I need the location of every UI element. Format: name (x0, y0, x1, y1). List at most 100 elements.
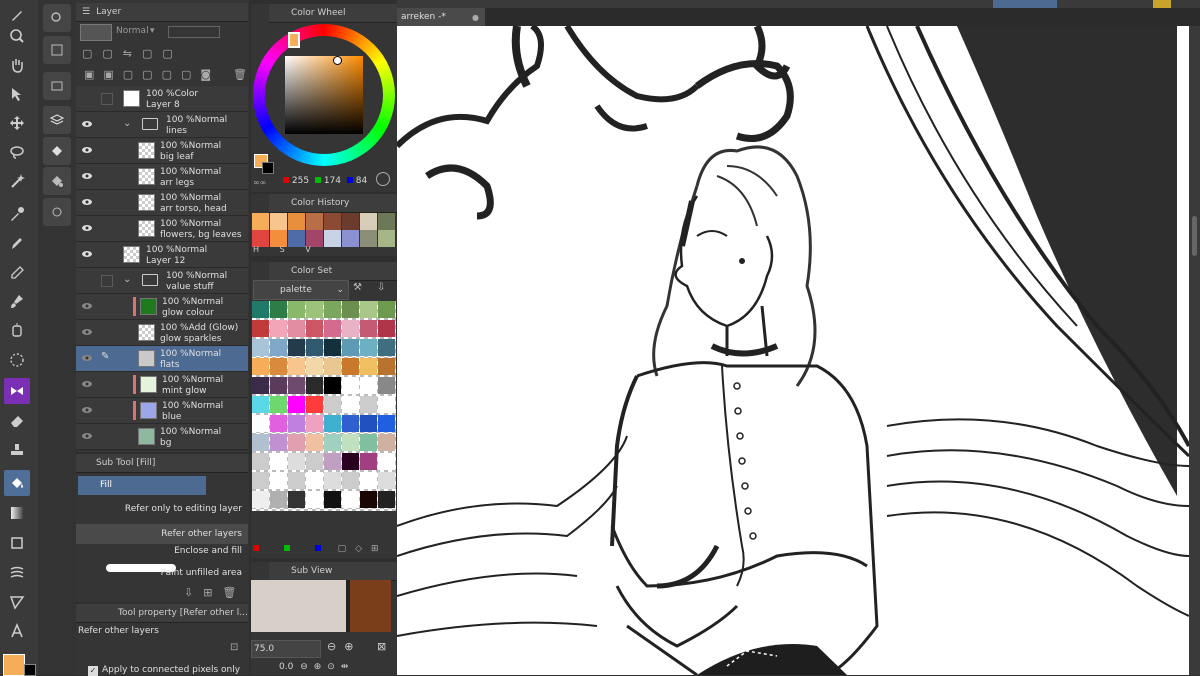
color-swatch[interactable] (360, 301, 377, 318)
color-swatch[interactable] (360, 415, 377, 432)
color-swatch[interactable] (342, 396, 359, 413)
color-swatch[interactable] (306, 358, 323, 375)
color-swatch[interactable] (288, 320, 305, 337)
color-swatch[interactable] (306, 396, 323, 413)
zoom-group-icon[interactable] (43, 4, 71, 32)
object-select-icon[interactable] (4, 81, 30, 107)
color-swatch[interactable] (306, 491, 323, 508)
sub-tool-item[interactable]: Enclose and fill (76, 546, 248, 566)
sub-tool-item[interactable]: Paint unfilled area (76, 568, 248, 588)
color-swatch[interactable] (288, 434, 305, 451)
stamp-icon[interactable] (4, 437, 30, 463)
canvas-scrollbar[interactable] (1189, 26, 1200, 675)
color-swatch[interactable] (306, 453, 323, 470)
color-swatch[interactable] (378, 320, 395, 337)
color-swatch[interactable] (324, 472, 341, 489)
eye-icon[interactable] (81, 197, 93, 207)
layer-row[interactable]: 100 %Normal arr torso, head (76, 190, 248, 216)
chevron-down-icon[interactable]: ⌄ (123, 274, 131, 285)
color-swatch[interactable] (378, 339, 395, 356)
main-color-swatch[interactable] (3, 654, 25, 676)
fit-view-icon[interactable]: ⊠ (377, 640, 386, 653)
color-swatch[interactable] (270, 434, 287, 451)
color-swatch[interactable] (324, 339, 341, 356)
color-swatch[interactable] (360, 320, 377, 337)
color-swatch[interactable] (324, 434, 341, 451)
color-history-swatches[interactable] (252, 213, 396, 247)
gradient-icon[interactable] (4, 500, 30, 526)
airbrush-icon[interactable] (4, 317, 30, 343)
spray-icon[interactable] (43, 198, 71, 226)
color-swatch[interactable] (378, 434, 395, 451)
layer-visibility-off[interactable] (101, 93, 113, 105)
layers-stack-icon[interactable] (43, 106, 71, 134)
layer-row[interactable]: 100 %Normal mint glow (76, 372, 248, 398)
color-swatch[interactable] (342, 472, 359, 489)
layer-visibility-off[interactable] (101, 275, 113, 287)
search-icon[interactable] (4, 23, 30, 49)
color-swatch[interactable] (360, 472, 377, 489)
layer-row[interactable]: 100 %Add (Glow) glow sparkles (76, 320, 248, 346)
color-swatch[interactable] (342, 415, 359, 432)
color-swatch[interactable] (270, 358, 287, 375)
pen-tool-icon[interactable] (4, 230, 30, 256)
color-swatch[interactable] (306, 434, 323, 451)
blend-mode-dropdown[interactable]: Normal (116, 26, 149, 36)
eye-icon[interactable] (81, 405, 93, 415)
color-swatch[interactable] (306, 472, 323, 489)
wrench-icon[interactable]: ⚒ (353, 282, 362, 293)
color-swatch[interactable] (306, 377, 323, 394)
color-swatch[interactable] (342, 434, 359, 451)
fill-group-icon[interactable] (43, 137, 71, 165)
color-swatch[interactable] (342, 358, 359, 375)
color-swatch[interactable] (324, 491, 341, 508)
color-swatch[interactable] (270, 339, 287, 356)
fill-icon[interactable] (4, 470, 30, 496)
eyedropper-icon[interactable] (4, 201, 30, 227)
color-swatch[interactable] (378, 377, 395, 394)
color-swatch[interactable] (252, 339, 269, 356)
chevron-down-icon[interactable]: ⌄ (123, 118, 131, 129)
color-swatch[interactable] (270, 491, 287, 508)
trash-icon[interactable]: 🗑 (233, 68, 247, 81)
color-swatch[interactable] (378, 415, 395, 432)
drawing-canvas[interactable] (397, 26, 1189, 675)
layer-lock-icons[interactable]: ▢▢⇋▢▢ (82, 47, 183, 60)
color-swatch[interactable] (252, 320, 269, 337)
color-swatch[interactable] (342, 320, 359, 337)
color-swatch[interactable] (324, 320, 341, 337)
opacity-slider[interactable] (168, 26, 220, 38)
color-swatch[interactable] (270, 415, 287, 432)
color-swatch[interactable] (270, 377, 287, 394)
color-swatch[interactable] (270, 301, 287, 318)
color-swatch[interactable] (270, 472, 287, 489)
color-swatch[interactable] (342, 453, 359, 470)
color-swatch[interactable] (324, 415, 341, 432)
color-swatch[interactable] (288, 301, 305, 318)
color-swatch[interactable] (342, 377, 359, 394)
eye-icon[interactable] (81, 327, 93, 337)
color-swatch[interactable] (288, 339, 305, 356)
text-icon[interactable] (4, 618, 30, 644)
brush-icon[interactable] (4, 288, 30, 314)
sub-tool-action-icons[interactable]: ⇩⊞🗑 (184, 586, 246, 599)
eye-icon[interactable] (81, 119, 93, 129)
shape-icon[interactable] (4, 530, 30, 556)
layer-row[interactable]: 100 %Normal arr legs (76, 164, 248, 190)
color-swatch[interactable] (324, 396, 341, 413)
color-swatch[interactable] (270, 320, 287, 337)
layer-row[interactable]: 100 %Normal Layer 12 (76, 242, 248, 268)
eye-icon[interactable] (81, 379, 93, 389)
eye-icon[interactable] (81, 249, 93, 259)
color-swatch[interactable] (360, 453, 377, 470)
color-swatch[interactable] (324, 453, 341, 470)
color-swatch[interactable] (360, 339, 377, 356)
hand-icon[interactable] (4, 52, 30, 78)
color-swatch[interactable] (360, 434, 377, 451)
color-swatch[interactable] (360, 396, 377, 413)
sub-color-chip[interactable] (262, 162, 274, 174)
color-swatch[interactable] (306, 339, 323, 356)
document-tab[interactable]: arreken -* ● (397, 8, 485, 26)
eye-icon[interactable] (81, 431, 93, 441)
color-swatch[interactable] (378, 396, 395, 413)
